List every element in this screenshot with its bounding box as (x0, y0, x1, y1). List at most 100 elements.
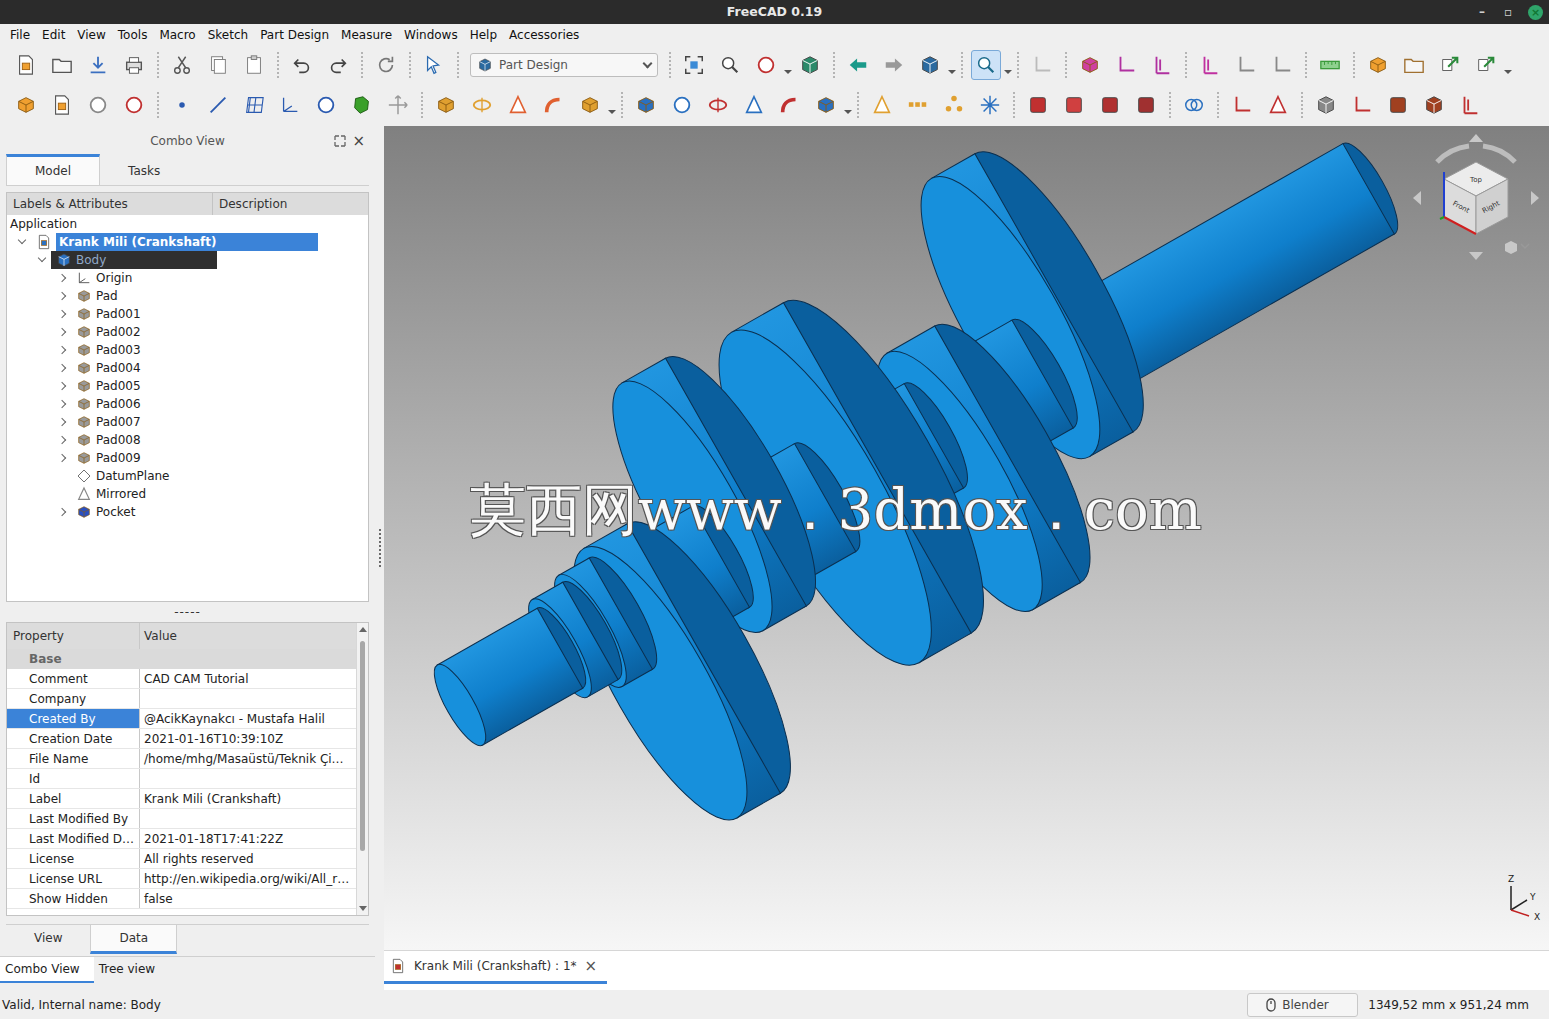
menu-item[interactable]: Part Design (254, 24, 335, 46)
property-tab[interactable]: View (6, 925, 90, 954)
measure-tool-button[interactable] (1455, 90, 1485, 120)
property-row[interactable]: License URLhttp://en.wikipedia.org/wiki/… (7, 869, 356, 889)
feature-label[interactable]: Pad (96, 287, 118, 305)
part-box-button[interactable] (1075, 50, 1105, 80)
ruler-button[interactable] (1315, 50, 1345, 80)
tree-item[interactable]: Pocket (7, 503, 368, 521)
clone-button[interactable] (383, 90, 413, 120)
tree-item[interactable]: Body (7, 251, 368, 269)
panel-tab[interactable]: Tasks (100, 154, 188, 185)
forward-arrow-button[interactable] (879, 50, 909, 80)
involute-gear-button[interactable] (1263, 90, 1293, 120)
property-row[interactable]: LabelKrank Mili (Crankshaft) (7, 789, 356, 809)
menu-item[interactable]: Measure (335, 24, 398, 46)
feature-label[interactable]: Pad001 (96, 305, 141, 323)
chamfer-button[interactable] (1059, 90, 1089, 120)
subshape-binder-button[interactable] (347, 90, 377, 120)
boolean-button[interactable] (1179, 90, 1209, 120)
loft-button[interactable] (503, 90, 533, 120)
menu-item[interactable]: Macro (153, 24, 201, 46)
chevron-right-icon[interactable] (58, 346, 66, 354)
shape-binder-button[interactable] (311, 90, 341, 120)
property-row[interactable]: Company (7, 689, 356, 709)
expander[interactable] (55, 305, 71, 323)
property-name[interactable]: File Name (7, 749, 140, 768)
menu-item[interactable]: File (4, 24, 36, 46)
feature-label[interactable]: Pad003 (96, 341, 141, 359)
menu-item[interactable]: Windows (398, 24, 464, 46)
scroll-down-icon[interactable] (359, 906, 367, 911)
feature-label[interactable]: Pad005 (96, 377, 141, 395)
property-row[interactable]: CommentCAD CAM Tutorial (7, 669, 356, 689)
defeaturing-button[interactable] (1419, 90, 1449, 120)
expander[interactable] (55, 449, 71, 467)
dropdown-arrow[interactable] (948, 50, 956, 80)
feature-label[interactable]: Pad004 (96, 359, 141, 377)
property-value[interactable]: All rights reserved (140, 849, 356, 868)
property-name[interactable]: Creation Date (7, 729, 140, 748)
property-group[interactable]: Base (7, 649, 356, 669)
feature-label[interactable]: Pad008 (96, 431, 141, 449)
menu-item[interactable]: Edit (36, 24, 71, 46)
plane-corner-button[interactable] (1027, 50, 1057, 80)
expander[interactable] (55, 413, 71, 431)
chevron-down-icon[interactable] (38, 254, 46, 262)
new-part-button[interactable] (1363, 50, 1393, 80)
clipboard-button[interactable] (239, 50, 269, 80)
dock-tab[interactable]: Combo View (0, 957, 94, 983)
menu-item[interactable]: Help (464, 24, 503, 46)
column-header[interactable]: Labels & Attributes (7, 193, 213, 215)
fillet-button[interactable] (1023, 90, 1053, 120)
grip-icon[interactable] (378, 528, 382, 568)
tree-item[interactable]: Pad005 (7, 377, 368, 395)
close-button[interactable]: × (1528, 5, 1543, 20)
document-tab[interactable]: Krank Mili (Crankshaft) : 1* × (384, 951, 607, 984)
property-name[interactable]: Show Hidden (7, 889, 140, 908)
property-value[interactable]: @AcikKaynakcı - Mustafa Halil (140, 709, 356, 728)
mirrored-button[interactable] (867, 90, 897, 120)
tree-item[interactable]: Krank Mili (Crankshaft) (7, 233, 368, 251)
expander[interactable] (55, 395, 71, 413)
polar-pattern-button[interactable] (939, 90, 969, 120)
tree-item[interactable]: Mirrored (7, 485, 368, 503)
dropdown-arrow[interactable] (608, 90, 616, 120)
expander[interactable] (55, 323, 71, 341)
feature-label[interactable]: DatumPlane (96, 467, 170, 485)
feature-label[interactable]: Pocket (96, 503, 135, 521)
close-tab-button[interactable]: × (585, 955, 598, 978)
expander[interactable] (55, 377, 71, 395)
property-row[interactable]: Show Hiddenfalse (7, 889, 356, 909)
tree-item[interactable]: Pad003 (7, 341, 368, 359)
magnifier-button[interactable] (715, 50, 745, 80)
tree-item[interactable]: Pad (7, 287, 368, 305)
chevron-right-icon[interactable] (58, 274, 66, 282)
expander[interactable] (55, 503, 71, 521)
expander[interactable] (35, 251, 51, 269)
back-arrow-button[interactable] (843, 50, 873, 80)
chevron-right-icon[interactable] (58, 364, 66, 372)
multitransform-button[interactable] (975, 90, 1005, 120)
measure-ref-button[interactable] (1231, 50, 1261, 80)
float-icon[interactable] (334, 135, 346, 147)
revolution-button[interactable] (467, 90, 497, 120)
new-document-button[interactable] (11, 50, 41, 80)
menu-item[interactable]: View (71, 24, 111, 46)
feature-label[interactable]: Pad002 (96, 323, 141, 341)
expander[interactable] (55, 359, 71, 377)
tree-item[interactable]: Pad002 (7, 323, 368, 341)
sketch-plane-button[interactable] (1111, 50, 1141, 80)
property-value[interactable]: http://en.wikipedia.org/wiki/All_r… (140, 869, 356, 888)
navigation-style-button[interactable]: Blender (1247, 993, 1358, 1017)
chevron-right-icon[interactable] (58, 454, 66, 462)
column-header[interactable]: Description (213, 193, 287, 215)
document-tab-label[interactable]: Krank Mili (Crankshaft) : 1* (414, 957, 577, 975)
property-value[interactable]: 2021-01-18T17:41:22Z (140, 829, 356, 848)
draw-style-button[interactable] (751, 50, 781, 80)
navigation-style-label[interactable]: Blender (1282, 996, 1329, 1014)
tree-item[interactable]: Origin (7, 269, 368, 287)
property-value[interactable]: Krank Mili (Crankshaft) (140, 789, 356, 808)
chevron-down-icon[interactable] (18, 236, 26, 244)
property-row[interactable]: Last Modified D…2021-01-18T17:41:22Z (7, 829, 356, 849)
tree-item[interactable]: Pad008 (7, 431, 368, 449)
tree-item[interactable]: Pad004 (7, 359, 368, 377)
